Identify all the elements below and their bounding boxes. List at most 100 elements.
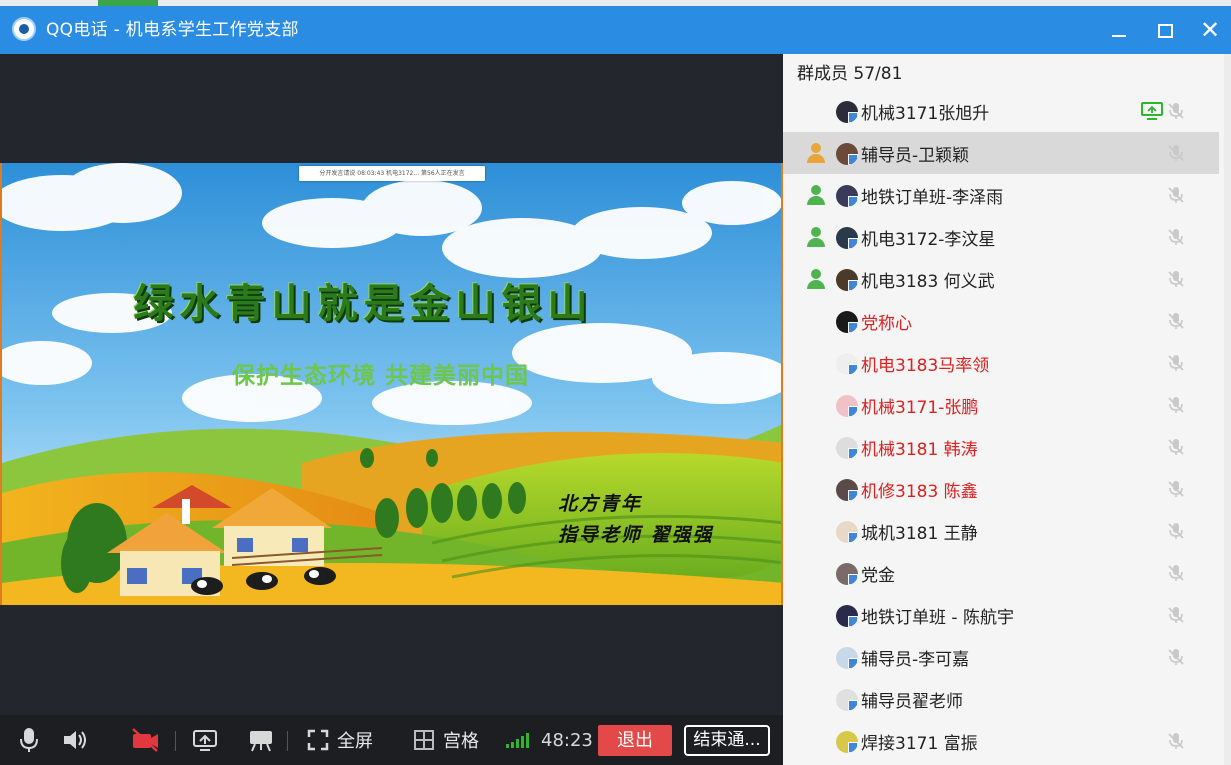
member-row[interactable]: 焊接3171 富振 <box>783 720 1219 762</box>
muted-mic-icon <box>1167 648 1185 666</box>
member-list-scrollbar[interactable] <box>1224 54 1231 765</box>
member-name: 机械3171张旭升 <box>861 104 990 124</box>
video-area: 分开发言请说 08:03:43 机电3172... 第56人正在发言 绿水青山就… <box>0 54 783 715</box>
member-name: 机修3183 陈鑫 <box>861 482 978 502</box>
avatar <box>836 731 858 753</box>
member-row[interactable]: 辅导员-李可嘉 <box>783 636 1219 678</box>
muted-mic-icon <box>1167 732 1185 750</box>
presentation-button[interactable] <box>248 715 274 765</box>
muted-mic-icon <box>1167 228 1185 246</box>
speaker-person-icon <box>805 143 827 163</box>
screen-sharing-icon <box>1141 102 1163 120</box>
member-name: 党金 <box>861 566 895 586</box>
avatar <box>836 395 858 417</box>
member-name: 机电3172-李汶星 <box>861 230 996 250</box>
member-name: 地铁订单班 - 陈航宇 <box>861 608 1014 628</box>
slide-title: 绿水青山就是金山银山 <box>133 280 594 327</box>
toolbar-divider <box>287 731 288 751</box>
member-name: 辅导员翟老师 <box>861 692 963 712</box>
member-row[interactable]: 机修3183 陈鑫 <box>783 468 1219 510</box>
grid-view-button[interactable]: 宫格 <box>413 715 479 765</box>
muted-mic-icon <box>1167 564 1185 582</box>
avatar <box>836 605 858 627</box>
member-row[interactable]: 党金 <box>783 552 1219 594</box>
speaker-person-icon <box>805 269 827 289</box>
slide-credit-line2: 指导老师 翟强强 <box>558 524 714 546</box>
muted-mic-icon <box>1167 438 1185 456</box>
member-name: 党称心 <box>861 314 912 334</box>
slide-subtitle: 保护生态环境 共建美丽中国 <box>232 363 530 389</box>
member-name: 焊接3171 富振 <box>861 734 978 754</box>
speaker-icon <box>64 731 86 749</box>
muted-mic-icon <box>1167 312 1185 330</box>
avatar <box>836 269 858 291</box>
avatar <box>836 647 858 669</box>
share-info-bar: 分开发言请说 08:03:43 机电3172... 第56人正在发言 <box>299 166 485 181</box>
member-row[interactable]: 机械3171张旭升 <box>783 90 1219 132</box>
member-row[interactable]: 地铁订单班 - 陈航宇 <box>783 594 1219 636</box>
muted-mic-icon <box>1167 522 1185 540</box>
member-row[interactable]: 机电3183 何义武 <box>783 258 1219 300</box>
microphone-icon <box>20 728 38 752</box>
close-button[interactable]: ✕ <box>1195 16 1225 44</box>
member-row[interactable]: 党称心 <box>783 300 1219 342</box>
presentation-icon <box>250 731 272 752</box>
muted-mic-icon <box>1167 270 1185 288</box>
title-bar: QQ电话 - 机电系学生工作党支部 ✕ <box>0 6 1231 54</box>
avatar <box>836 479 858 501</box>
muted-mic-icon <box>1167 396 1185 414</box>
maximize-button[interactable] <box>1150 16 1180 44</box>
member-row[interactable]: 机械3181 韩涛 <box>783 426 1219 468</box>
member-name: 辅导员-李可嘉 <box>861 650 970 670</box>
muted-mic-icon <box>1167 354 1185 372</box>
avatar <box>836 143 858 165</box>
muted-mic-icon <box>1167 144 1185 162</box>
member-name: 地铁订单班-李泽雨 <box>861 188 1004 208</box>
muted-mic-icon <box>1167 480 1185 498</box>
grid-label: 宫格 <box>443 731 479 752</box>
speaker-person-icon <box>805 185 827 205</box>
microphone-button[interactable] <box>18 715 40 765</box>
member-name: 机械3171-张鹏 <box>861 398 979 418</box>
member-row[interactable]: 机械3171-张鹏 <box>783 384 1219 426</box>
fullscreen-label: 全屏 <box>337 731 373 752</box>
close-icon: ✕ <box>1199 16 1221 44</box>
window-title: QQ电话 - 机电系学生工作党支部 <box>46 20 299 40</box>
screen-share-icon <box>193 730 217 751</box>
member-name: 机电3183 何义武 <box>861 272 995 292</box>
avatar <box>836 689 858 711</box>
member-row[interactable]: 城机3181 王静 <box>783 510 1219 552</box>
muted-mic-icon <box>1167 606 1185 624</box>
avatar <box>836 521 858 543</box>
speaker-person-icon <box>805 227 827 247</box>
camera-toggle-button[interactable] <box>130 715 160 765</box>
member-row[interactable]: 地铁订单班-李泽雨 <box>783 174 1219 216</box>
slide-credit: 北方青年 指导老师 翟强强 <box>558 489 714 551</box>
exit-call-button[interactable]: 退出 <box>598 725 672 756</box>
fullscreen-icon <box>307 729 329 751</box>
muted-mic-icon <box>1167 102 1185 120</box>
member-count: 群成员 57/81 <box>797 64 903 84</box>
member-row[interactable]: 机电3183马率领 <box>783 342 1219 384</box>
call-toolbar: 全屏 宫格 48:23 退出 结束通... <box>0 715 783 765</box>
avatar <box>836 311 858 333</box>
end-call-button[interactable]: 结束通... <box>684 725 770 756</box>
member-row[interactable]: 辅导员翟老师 <box>783 678 1219 720</box>
toolbar-divider <box>175 731 176 751</box>
fullscreen-button[interactable]: 全屏 <box>307 715 373 765</box>
avatar <box>836 353 858 375</box>
member-name: 机械3181 韩涛 <box>861 440 978 460</box>
screen-share-button[interactable] <box>192 715 218 765</box>
member-row[interactable]: 机电3172-李汶星 <box>783 216 1219 258</box>
speaker-button[interactable] <box>62 715 88 765</box>
member-name: 城机3181 王静 <box>861 524 978 544</box>
shared-screen[interactable]: 分开发言请说 08:03:43 机电3172... 第56人正在发言 绿水青山就… <box>0 163 783 605</box>
camera-off-icon <box>132 728 158 752</box>
qq-call-logo-icon <box>12 17 36 41</box>
member-row[interactable]: 辅导员-卫颖颖 <box>783 132 1219 174</box>
signal-indicator <box>505 715 535 765</box>
signal-strength-icon <box>506 733 529 748</box>
minimize-button[interactable] <box>1104 16 1134 44</box>
avatar <box>836 437 858 459</box>
slide-credit-line1: 北方青年 <box>558 493 643 515</box>
